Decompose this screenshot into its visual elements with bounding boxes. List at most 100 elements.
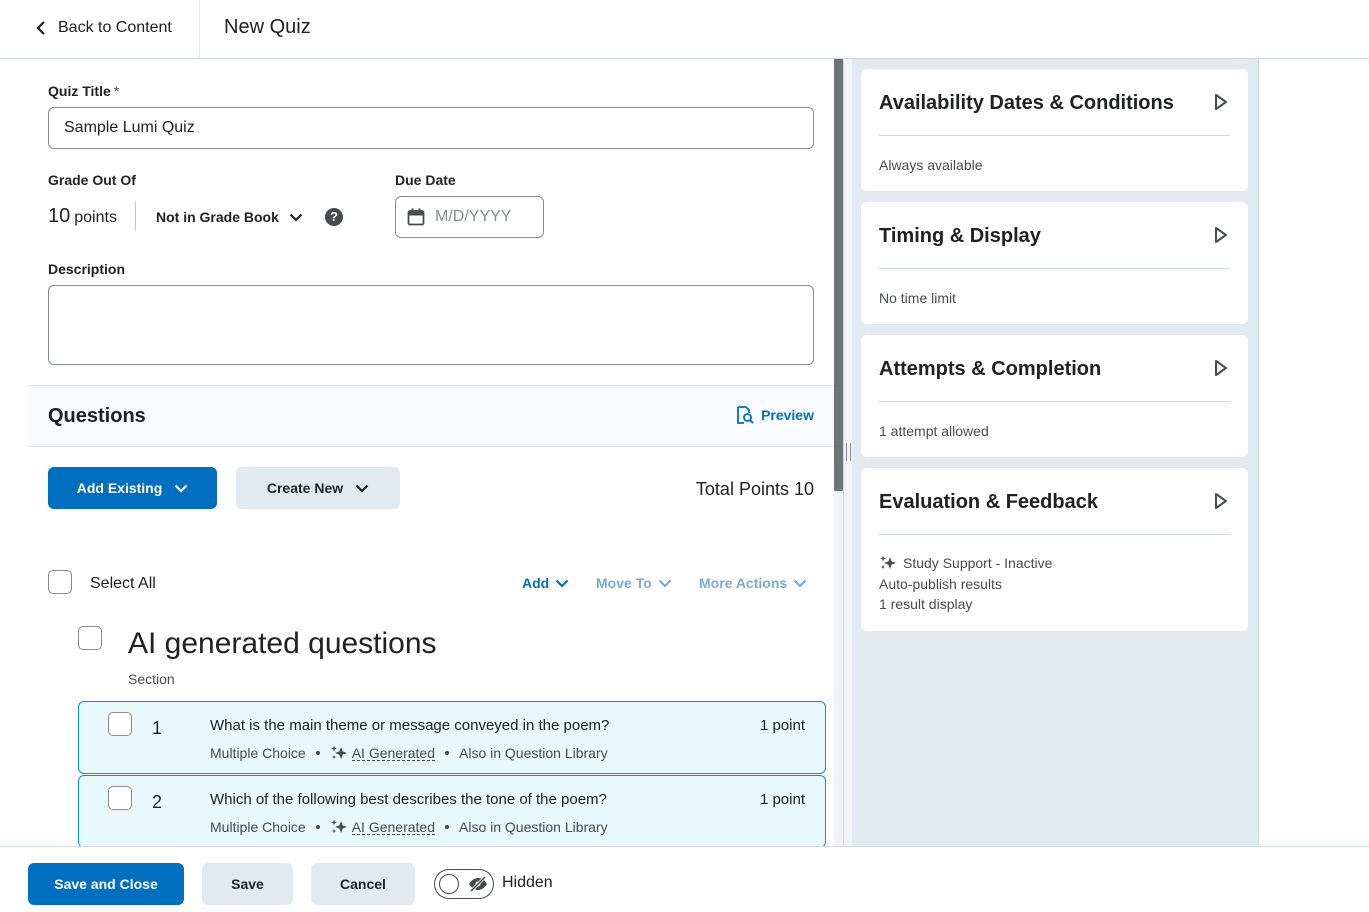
create-new-button[interactable]: Create New <box>236 467 400 509</box>
preview-icon <box>737 406 754 424</box>
question-checkbox[interactable] <box>108 786 132 810</box>
toggle-knob <box>439 874 459 894</box>
more-actions-label: More Actions <box>699 575 788 591</box>
question-checkbox[interactable] <box>108 712 132 736</box>
evaluation-feedback-card[interactable]: Evaluation & Feedback Study Support - In… <box>861 468 1248 631</box>
resize-grip-icon <box>846 443 851 461</box>
total-points: Total Points 10 <box>695 479 814 499</box>
visibility-toggle[interactable] <box>434 869 494 899</box>
question-number: 1 <box>152 718 163 738</box>
chevron-down-icon <box>355 484 369 493</box>
add-existing-label: Add Existing <box>76 480 163 496</box>
triangle-right-icon[interactable] <box>1214 93 1228 111</box>
section-checkbox[interactable] <box>78 626 102 650</box>
chevron-left-icon <box>36 21 45 35</box>
preview-button[interactable]: Preview <box>736 406 814 424</box>
gradebook-dropdown[interactable]: Not in Grade Book <box>156 209 303 225</box>
description-editor[interactable] <box>48 285 814 365</box>
availability-card[interactable]: Availability Dates & Conditions Always a… <box>861 69 1248 191</box>
question-points: 1 point <box>759 717 805 734</box>
quiz-editor: Back to Content New Quiz Quiz Title * Sam… <box>0 0 1369 912</box>
add-existing-button[interactable]: Add Existing <box>48 467 217 509</box>
ai-generated-tag[interactable]: AI Generated <box>330 819 435 835</box>
chevron-down-icon <box>658 579 672 588</box>
scrollbar-thumb[interactable] <box>834 59 843 491</box>
questions-header: Questions Preview <box>28 385 834 447</box>
top-bar: Back to Content New Quiz <box>0 0 1369 59</box>
card-summary: 1 attempt allowed <box>879 423 989 439</box>
meta-separator <box>315 825 320 829</box>
question-type: Multiple Choice <box>210 819 306 835</box>
topbar-divider <box>199 0 200 58</box>
questions-title: Questions <box>48 405 146 427</box>
meta-separator <box>445 825 449 829</box>
sparkle-icon <box>880 555 896 569</box>
triangle-right-icon[interactable] <box>1214 226 1228 244</box>
question-row[interactable]: 1 What is the main theme or message conv… <box>78 701 826 774</box>
quiz-title-label-text: Quiz Title <box>48 83 111 99</box>
card-summary: 1 result display <box>879 596 973 612</box>
more-actions-menu[interactable]: More Actions <box>699 575 807 591</box>
triangle-right-icon[interactable] <box>1214 492 1228 510</box>
back-label: Back to Content <box>58 19 172 36</box>
question-meta: Multiple Choice AI Generated Also in Que… <box>210 819 608 835</box>
grade-out-of-field[interactable]: 10 points <box>48 205 117 228</box>
back-to-content-link[interactable]: Back to Content <box>36 17 172 39</box>
help-icon[interactable]: ? <box>325 208 343 226</box>
save-and-close-button[interactable]: Save and Close <box>28 863 184 905</box>
panel-edge <box>1258 59 1259 846</box>
section-subtitle: Section <box>128 671 175 687</box>
move-to-action-menu[interactable]: Move To <box>596 575 672 591</box>
add-action-label: Add <box>522 575 550 591</box>
question-row[interactable]: 2 Which of the following best describes … <box>78 775 826 846</box>
card-title: Availability Dates & Conditions <box>879 92 1174 114</box>
eye-off-icon <box>469 876 487 892</box>
description-label: Description <box>48 261 126 277</box>
due-date-label: Due Date <box>395 172 456 188</box>
study-support-label: Study Support - Inactive <box>903 555 1053 571</box>
cancel-button[interactable]: Cancel <box>311 863 415 905</box>
chevron-down-icon <box>175 484 188 493</box>
due-date-input[interactable]: M/D/YYYY <box>395 196 544 238</box>
chevron-down-icon <box>793 579 807 588</box>
calendar-icon <box>407 208 425 226</box>
chevron-down-icon <box>289 213 303 222</box>
gradebook-value: Not in Grade Book <box>156 209 279 225</box>
due-date-placeholder: M/D/YYYY <box>435 208 512 225</box>
card-title: Evaluation & Feedback <box>879 491 1098 513</box>
ai-generated-label: AI Generated <box>351 818 435 835</box>
section-title[interactable]: AI generated questions <box>128 627 437 661</box>
page-title: New Quiz <box>224 16 311 38</box>
question-type: Multiple Choice <box>210 745 306 761</box>
add-action-menu[interactable]: Add <box>522 575 569 591</box>
timing-display-card[interactable]: Timing & Display No time limit <box>861 202 1248 324</box>
question-text[interactable]: What is the main theme or message convey… <box>210 717 609 734</box>
question-text[interactable]: Which of the following best describes th… <box>210 791 607 808</box>
card-summary: No time limit <box>879 290 957 306</box>
quiz-form: Quiz Title * Sample Lumi Quiz Grade Out O… <box>0 59 834 846</box>
ai-generated-tag[interactable]: AI Generated <box>330 745 435 761</box>
triangle-right-icon[interactable] <box>1214 359 1228 377</box>
question-library-note: Also in Question Library <box>459 745 608 761</box>
card-divider <box>879 135 1230 136</box>
main-scrollbar[interactable] <box>834 59 843 846</box>
question-number: 2 <box>152 792 163 812</box>
sparkle-icon <box>330 745 347 759</box>
card-divider <box>879 401 1230 402</box>
quiz-title-input[interactable]: Sample Lumi Quiz <box>48 107 814 149</box>
save-button[interactable]: Save <box>202 863 293 905</box>
panel-resize-handle[interactable] <box>843 59 852 846</box>
grade-out-of-label: Grade Out Of <box>48 172 136 188</box>
create-new-label: Create New <box>266 480 344 496</box>
question-library-note: Also in Question Library <box>459 819 608 835</box>
sparkle-icon <box>330 819 347 833</box>
select-all-checkbox[interactable] <box>48 570 72 594</box>
preview-label: Preview <box>761 407 814 423</box>
card-divider <box>879 268 1230 269</box>
attempts-completion-card[interactable]: Attempts & Completion 1 attempt allowed <box>861 335 1248 457</box>
required-mark: * <box>113 83 120 99</box>
ai-generated-label: AI Generated <box>351 744 435 761</box>
card-title: Attempts & Completion <box>879 358 1102 380</box>
card-title: Timing & Display <box>879 225 1041 247</box>
study-support-status: Study Support - Inactive <box>879 555 1052 571</box>
